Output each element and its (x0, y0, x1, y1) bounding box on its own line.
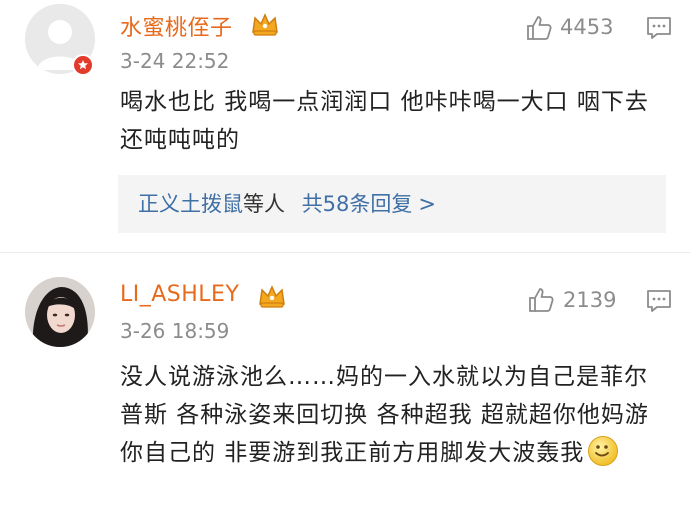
like-count: 2139 (563, 288, 617, 312)
comment-time: 3-24 22:52 (120, 49, 230, 73)
reply-summary[interactable]: 正义土拨鼠等人 共58条回复 > (118, 175, 666, 233)
comment-item: LI_ASHLEY 3-26 18:59 2139 没人说游泳池么……妈的一入水… (0, 253, 690, 516)
verified-badge-icon (72, 54, 94, 76)
comment-text-body: 没人说游泳池么……妈的一入水就以为自己是菲尔普斯 各种泳姿来回切换 各种超我 超… (120, 364, 649, 466)
like-count: 4453 (560, 15, 614, 39)
comment-icon[interactable] (646, 15, 672, 41)
crown-icon (259, 285, 285, 308)
comment-text: 没人说游泳池么……妈的一入水就以为自己是菲尔普斯 各种泳姿来回切换 各种超我 超… (120, 358, 670, 472)
thumbs-up-icon[interactable] (527, 286, 555, 314)
user-photo-avatar (25, 277, 95, 347)
smile-emoji-icon (588, 435, 619, 466)
crown-icon (252, 13, 278, 36)
comment-text: 喝水也比 我喝一点润润口 他咔咔喝一大口 咽下去还吨吨吨的 (120, 89, 649, 153)
comment-time: 3-26 18:59 (120, 319, 230, 343)
avatar[interactable] (25, 277, 95, 347)
username[interactable]: LI_ASHLEY (120, 282, 239, 307)
username[interactable]: 水蜜桃侄子 (120, 10, 233, 42)
reply-user-link[interactable]: 正义土拨鼠 (138, 192, 243, 216)
chevron-right-icon[interactable]: > (418, 192, 436, 216)
comment-icon[interactable] (646, 288, 672, 314)
reply-count-link[interactable]: 共58条回复 (302, 192, 413, 216)
comment-item: 水蜜桃侄子 3-24 22:52 4453 喝水也比 我喝一点润润口 他咔咔喝一… (0, 0, 690, 253)
reply-etc-label: 等人 (243, 192, 285, 216)
thumbs-up-icon[interactable] (525, 14, 553, 42)
